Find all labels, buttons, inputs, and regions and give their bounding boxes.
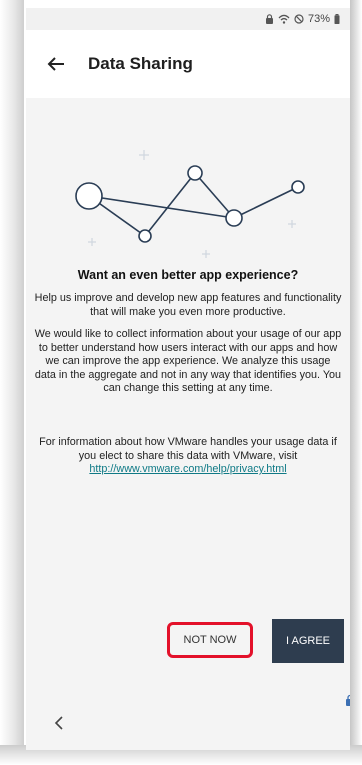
floating-lock-icon[interactable]	[344, 694, 350, 706]
privacy-paragraph: For information about how VMware handles…	[34, 436, 342, 477]
status-icons: 73%	[265, 13, 340, 25]
arrow-left-icon	[47, 57, 64, 71]
usage-paragraph: We would like to collect information abo…	[34, 328, 342, 394]
phone-screen: 73% Data Sharing Want an even better app…	[26, 8, 350, 750]
frame-shadow-left	[0, 0, 24, 765]
do-not-disturb-icon	[294, 14, 304, 24]
agree-button[interactable]: I AGREE	[272, 619, 344, 663]
network-illustration	[75, 150, 305, 258]
battery-icon	[334, 14, 340, 24]
page-title: Data Sharing	[88, 54, 193, 73]
chevron-left-icon	[54, 716, 63, 730]
app-bar: Data Sharing	[26, 30, 350, 98]
prompt-heading: Want an even better app experience?	[77, 268, 299, 282]
privacy-link[interactable]: http://www.vmware.com/help/privacy.html	[89, 463, 286, 477]
not-now-button[interactable]: NOT NOW	[167, 622, 253, 658]
status-bar: 73%	[26, 8, 350, 30]
wifi-icon	[278, 14, 290, 24]
battery-percentage: 73%	[307, 13, 330, 25]
lock-icon	[265, 14, 273, 24]
nav-back-button[interactable]	[44, 708, 74, 738]
frame-shadow-right	[350, 0, 362, 765]
intro-paragraph: Help us improve and develop new app feat…	[34, 292, 342, 318]
privacy-text: For information about how VMware handles…	[39, 436, 337, 462]
back-button[interactable]	[32, 40, 80, 88]
